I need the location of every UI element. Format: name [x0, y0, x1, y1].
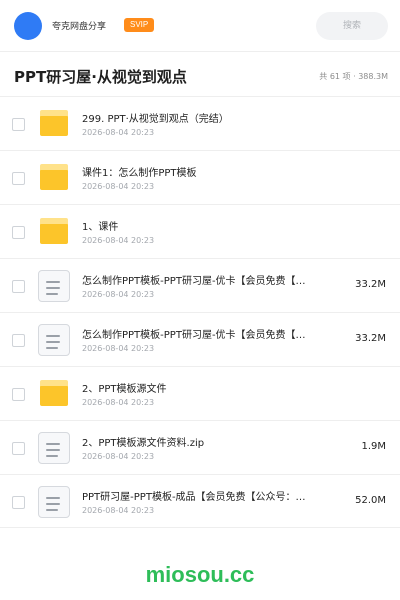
- file-row[interactable]: 1、课件 2026-08-04 20:23: [0, 204, 400, 258]
- file-date: 2026-08-04 20:23: [82, 290, 155, 299]
- document-icon: [38, 432, 70, 464]
- row-checkbox[interactable]: [12, 388, 25, 401]
- row-checkbox[interactable]: [12, 442, 25, 455]
- file-row[interactable]: 怎么制作PPT模板-PPT研习屋-优卡【会员免费【… 2026-08-04 20:…: [0, 258, 400, 312]
- file-row[interactable]: PPT研习屋-PPT模板-成品【会员免费【公众号：… 2026-08-04 20:…: [0, 474, 400, 528]
- file-size: 33.2M: [355, 279, 386, 290]
- row-checkbox[interactable]: [12, 226, 25, 239]
- file-date: 2026-08-04 20:23: [82, 182, 155, 191]
- folder-icon: [40, 380, 68, 406]
- watermark: miosou.cc: [145, 562, 255, 587]
- document-icon: [38, 324, 70, 356]
- share-header: PPT研习屋·从视觉到观点 共 61 项 · 388.3M: [0, 52, 400, 98]
- folder-icon: [40, 218, 68, 244]
- search-input[interactable]: 搜索: [316, 12, 388, 40]
- file-row[interactable]: 怎么制作PPT模板-PPT研习屋-优卡【会员免费【… 2026-08-04 20:…: [0, 312, 400, 366]
- file-list: 299. PPT·从视觉到观点（完结） 2026-08-04 20:23 课件1：怎…: [0, 96, 400, 528]
- folder-icon: [40, 164, 68, 190]
- file-row[interactable]: 2、PPT模板源文件资料.zip 2026-08-04 20:23 1.9M: [0, 420, 400, 474]
- file-row[interactable]: 课件1：怎么制作PPT模板 2026-08-04 20:23: [0, 150, 400, 204]
- file-date: 2026-08-04 20:23: [82, 128, 155, 137]
- svip-badge: SVIP: [124, 18, 155, 32]
- row-checkbox[interactable]: [12, 280, 25, 293]
- file-date: 2026-08-04 20:23: [82, 506, 155, 515]
- file-size: 1.9M: [361, 441, 386, 452]
- item-summary: 共 61 项 · 388.3M: [319, 72, 388, 81]
- file-name[interactable]: 2、PPT模板源文件资料.zip: [82, 434, 204, 449]
- avatar[interactable]: [14, 12, 42, 40]
- page-title: PPT研习屋·从视觉到观点: [14, 68, 187, 86]
- file-size: 52.0M: [355, 495, 386, 506]
- file-date: 2026-08-04 20:23: [82, 236, 155, 245]
- file-row[interactable]: 2、PPT模板源文件 2026-08-04 20:23: [0, 366, 400, 420]
- row-checkbox[interactable]: [12, 118, 25, 131]
- file-name[interactable]: PPT研习屋-PPT模板-成品【会员免费【公众号：…: [82, 488, 306, 503]
- document-icon: [38, 486, 70, 518]
- file-date: 2026-08-04 20:23: [82, 344, 155, 353]
- file-row[interactable]: 299. PPT·从视觉到观点（完结） 2026-08-04 20:23: [0, 96, 400, 150]
- app-name: 夸克网盘分享: [52, 22, 107, 32]
- file-name[interactable]: 299. PPT·从视觉到观点（完结）: [82, 110, 229, 125]
- file-name[interactable]: 怎么制作PPT模板-PPT研习屋-优卡【会员免费【…: [82, 272, 306, 287]
- row-checkbox[interactable]: [12, 496, 25, 509]
- file-date: 2026-08-04 20:23: [82, 452, 155, 461]
- file-size: 33.2M: [355, 333, 386, 344]
- top-bar: 夸克网盘分享 SVIP 搜索: [0, 0, 400, 50]
- row-checkbox[interactable]: [12, 172, 25, 185]
- file-name[interactable]: 怎么制作PPT模板-PPT研习屋-优卡【会员免费【…: [82, 326, 306, 341]
- row-checkbox[interactable]: [12, 334, 25, 347]
- file-name[interactable]: 2、PPT模板源文件: [82, 380, 167, 395]
- folder-icon: [40, 110, 68, 136]
- file-name[interactable]: 课件1：怎么制作PPT模板: [82, 164, 197, 179]
- file-date: 2026-08-04 20:23: [82, 398, 155, 407]
- document-icon: [38, 270, 70, 302]
- file-name[interactable]: 1、课件: [82, 218, 118, 233]
